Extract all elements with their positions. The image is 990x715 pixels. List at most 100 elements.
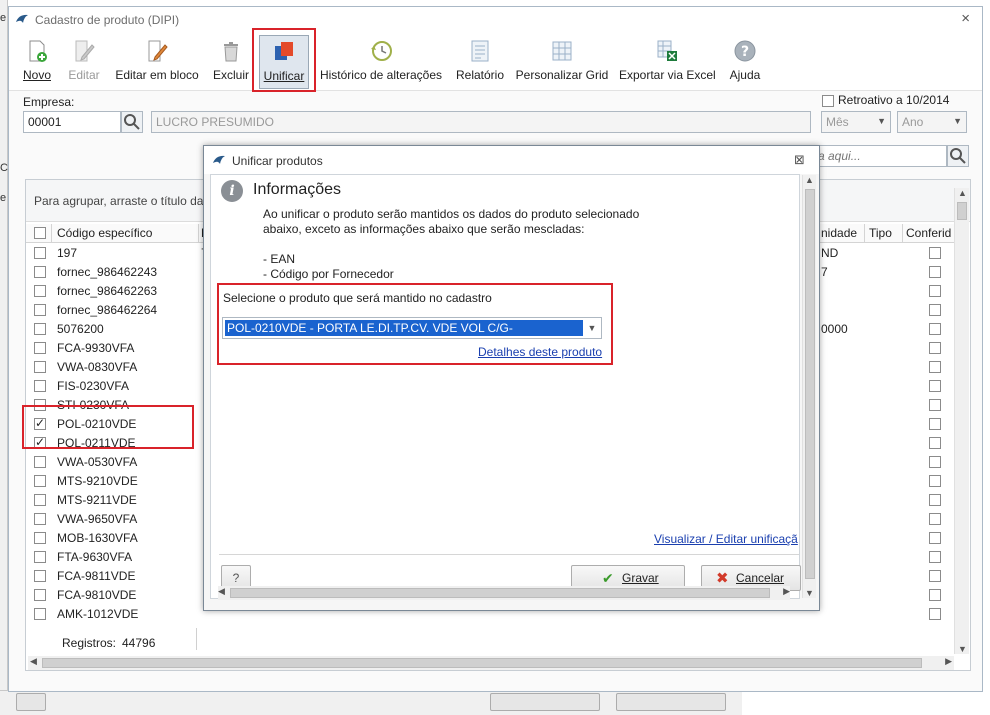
scroll-right-arrow-icon[interactable]: ▶ bbox=[783, 586, 790, 597]
bg-char-2: C bbox=[0, 162, 8, 174]
help-button-label: Ajuda bbox=[729, 68, 761, 82]
empresa-search-button[interactable] bbox=[121, 111, 143, 133]
new-document-icon bbox=[29, 40, 47, 62]
dialog-vertical-scrollbar[interactable]: ▲ ▼ bbox=[802, 175, 816, 598]
row-select-checkbox[interactable] bbox=[34, 494, 46, 506]
conferido-checkbox[interactable] bbox=[929, 456, 941, 468]
scrollbar-thumb[interactable] bbox=[230, 588, 770, 598]
conferido-checkbox[interactable] bbox=[929, 494, 941, 506]
scroll-left-arrow-icon[interactable]: ◀ bbox=[30, 656, 37, 667]
save-button-label: Gravar bbox=[622, 571, 659, 585]
retroativo-checkbox[interactable] bbox=[822, 95, 834, 107]
scroll-up-arrow-icon[interactable]: ▲ bbox=[805, 175, 814, 185]
column-header-conferido[interactable]: Conferid bbox=[906, 226, 951, 240]
edit-button-label: Editar bbox=[68, 68, 100, 82]
cell-codigo: 197 bbox=[57, 246, 78, 260]
scroll-right-arrow-icon[interactable]: ▶ bbox=[945, 656, 952, 667]
grid-vertical-scrollbar[interactable]: ▲ ▼ bbox=[954, 188, 969, 654]
new-button[interactable]: Novo bbox=[19, 35, 55, 89]
year-select[interactable]: Ano ▼ bbox=[897, 111, 967, 133]
empresa-name-field: LUCRO PRESUMIDO bbox=[151, 111, 811, 133]
delete-button[interactable]: Excluir bbox=[209, 35, 253, 89]
row-select-checkbox[interactable] bbox=[34, 361, 46, 373]
column-header-tipo[interactable]: Tipo bbox=[869, 226, 892, 240]
conferido-checkbox[interactable] bbox=[929, 418, 941, 430]
help-button[interactable]: ? Ajuda bbox=[725, 35, 765, 89]
row-select-checkbox[interactable] bbox=[34, 380, 46, 392]
conferido-checkbox[interactable] bbox=[929, 589, 941, 601]
row-select-checkbox[interactable] bbox=[34, 247, 46, 259]
cell-unidade: ND bbox=[821, 246, 839, 260]
grid-horizontal-scrollbar[interactable]: ◀ ▶ bbox=[28, 656, 954, 670]
cell-codigo: 5076200 bbox=[57, 322, 104, 336]
column-separator bbox=[51, 224, 52, 243]
conferido-checkbox[interactable] bbox=[929, 513, 941, 525]
row-select-checkbox[interactable] bbox=[34, 570, 46, 582]
conferido-checkbox[interactable] bbox=[929, 247, 941, 259]
edit-button[interactable]: Editar bbox=[64, 35, 104, 89]
conferido-checkbox[interactable] bbox=[929, 551, 941, 563]
row-select-checkbox[interactable] bbox=[34, 589, 46, 601]
edit-block-button[interactable]: Editar em bloco bbox=[113, 35, 201, 89]
select-all-checkbox[interactable] bbox=[34, 227, 46, 239]
row-select-checkbox[interactable] bbox=[34, 513, 46, 525]
dialog-close-icon[interactable]: ⊠ bbox=[794, 152, 805, 168]
scrollbar-thumb[interactable] bbox=[805, 189, 815, 579]
conferido-checkbox[interactable] bbox=[929, 342, 941, 354]
background-window-footer bbox=[0, 690, 742, 715]
customize-grid-button[interactable]: Personalizar Grid bbox=[515, 35, 609, 89]
row-select-checkbox[interactable] bbox=[34, 608, 46, 620]
report-button[interactable]: Relatório bbox=[453, 35, 507, 89]
scrollbar-thumb[interactable] bbox=[957, 202, 967, 220]
dialog-horizontal-scrollbar[interactable]: ◀ ▶ bbox=[218, 586, 790, 600]
cell-codigo: AMK-1012VDE bbox=[57, 607, 139, 621]
conferido-checkbox[interactable] bbox=[929, 570, 941, 582]
retroativo-label: Retroativo a 10/2014 bbox=[838, 93, 950, 107]
info-icon: i bbox=[221, 180, 243, 202]
row-select-checkbox[interactable] bbox=[34, 342, 46, 354]
empresa-code-input[interactable]: 00001 bbox=[23, 111, 121, 133]
delete-button-label: Excluir bbox=[212, 68, 249, 82]
conferido-checkbox[interactable] bbox=[929, 266, 941, 278]
conferido-checkbox[interactable] bbox=[929, 380, 941, 392]
conferido-checkbox[interactable] bbox=[929, 323, 941, 335]
row-select-checkbox[interactable] bbox=[34, 551, 46, 563]
column-separator bbox=[902, 224, 903, 243]
history-button[interactable]: Histórico de alterações bbox=[319, 35, 443, 89]
conferido-checkbox[interactable] bbox=[929, 285, 941, 297]
scroll-down-arrow-icon[interactable]: ▼ bbox=[805, 588, 814, 598]
cell-codigo: VWA-0830VFA bbox=[57, 360, 138, 374]
cell-codigo: fornec_986462264 bbox=[57, 303, 158, 317]
grid-search-input[interactable]: a aqui... bbox=[813, 145, 947, 167]
row-select-checkbox[interactable] bbox=[34, 475, 46, 487]
history-clock-icon bbox=[371, 41, 392, 61]
month-select[interactable]: Mês ▼ bbox=[821, 111, 891, 133]
year-select-value: Ano bbox=[902, 115, 924, 129]
conferido-checkbox[interactable] bbox=[929, 608, 941, 620]
row-select-checkbox[interactable] bbox=[34, 285, 46, 297]
window-close-icon[interactable]: × bbox=[961, 10, 970, 27]
grid-search-button[interactable] bbox=[947, 145, 969, 167]
scrollbar-thumb[interactable] bbox=[42, 658, 922, 668]
export-excel-button[interactable]: Exportar via Excel bbox=[619, 35, 716, 89]
conferido-checkbox[interactable] bbox=[929, 399, 941, 411]
search-icon bbox=[950, 148, 966, 164]
row-select-checkbox[interactable] bbox=[34, 456, 46, 468]
scroll-down-arrow-icon[interactable]: ▼ bbox=[958, 644, 967, 654]
view-edit-unification-link[interactable]: Visualizar / Editar unificaçã bbox=[654, 532, 798, 546]
row-select-checkbox[interactable] bbox=[34, 266, 46, 278]
conferido-checkbox[interactable] bbox=[929, 532, 941, 544]
scroll-left-arrow-icon[interactable]: ◀ bbox=[218, 586, 225, 597]
conferido-checkbox[interactable] bbox=[929, 475, 941, 487]
cell-codigo: FCA-9811VDE bbox=[57, 569, 136, 583]
conferido-checkbox[interactable] bbox=[929, 437, 941, 449]
column-header-codigo[interactable]: Código específico bbox=[57, 226, 152, 240]
row-select-checkbox[interactable] bbox=[34, 532, 46, 544]
scroll-up-arrow-icon[interactable]: ▲ bbox=[958, 188, 967, 198]
column-header-unidade[interactable]: nidade bbox=[821, 226, 857, 240]
month-select-value: Mês bbox=[826, 115, 849, 129]
row-select-checkbox[interactable] bbox=[34, 323, 46, 335]
conferido-checkbox[interactable] bbox=[929, 361, 941, 373]
conferido-checkbox[interactable] bbox=[929, 304, 941, 316]
row-select-checkbox[interactable] bbox=[34, 304, 46, 316]
